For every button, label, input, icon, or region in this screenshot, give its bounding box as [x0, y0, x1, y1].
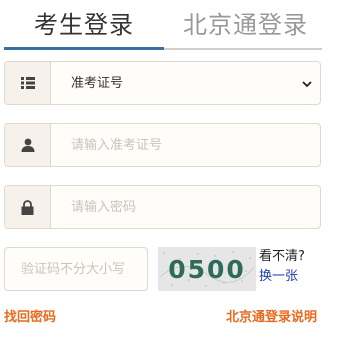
- captcha-image[interactable]: 0500: [158, 247, 256, 291]
- active-tab-indicator: [4, 47, 164, 50]
- lock-icon: [5, 186, 51, 228]
- id-type-field: 准考证号: [4, 61, 321, 105]
- list-icon: [5, 62, 51, 104]
- login-tabs: 考生登录 北京通登录: [0, 0, 349, 52]
- user-icon: [5, 124, 51, 166]
- exam-number-input[interactable]: [51, 124, 320, 166]
- tab-beijing-tong-login[interactable]: 北京通登录: [183, 8, 308, 42]
- id-type-select[interactable]: 准考证号: [51, 62, 320, 104]
- captcha-refresh-link[interactable]: 换一张: [259, 268, 298, 286]
- password-input[interactable]: [51, 186, 320, 228]
- captcha-text: 0500: [168, 255, 246, 284]
- forgot-password-link[interactable]: 找回密码: [4, 309, 56, 327]
- captcha-input[interactable]: [4, 247, 148, 291]
- tab-divider: [164, 48, 322, 50]
- captcha-graphic: 0500: [158, 247, 256, 291]
- tab-exam-login[interactable]: 考生登录: [34, 8, 134, 42]
- exam-number-field: [4, 123, 321, 167]
- password-field: [4, 185, 321, 229]
- beijing-tong-help-link[interactable]: 北京通登录说明: [226, 309, 317, 327]
- captcha-help-text: 看不清?: [259, 249, 305, 264]
